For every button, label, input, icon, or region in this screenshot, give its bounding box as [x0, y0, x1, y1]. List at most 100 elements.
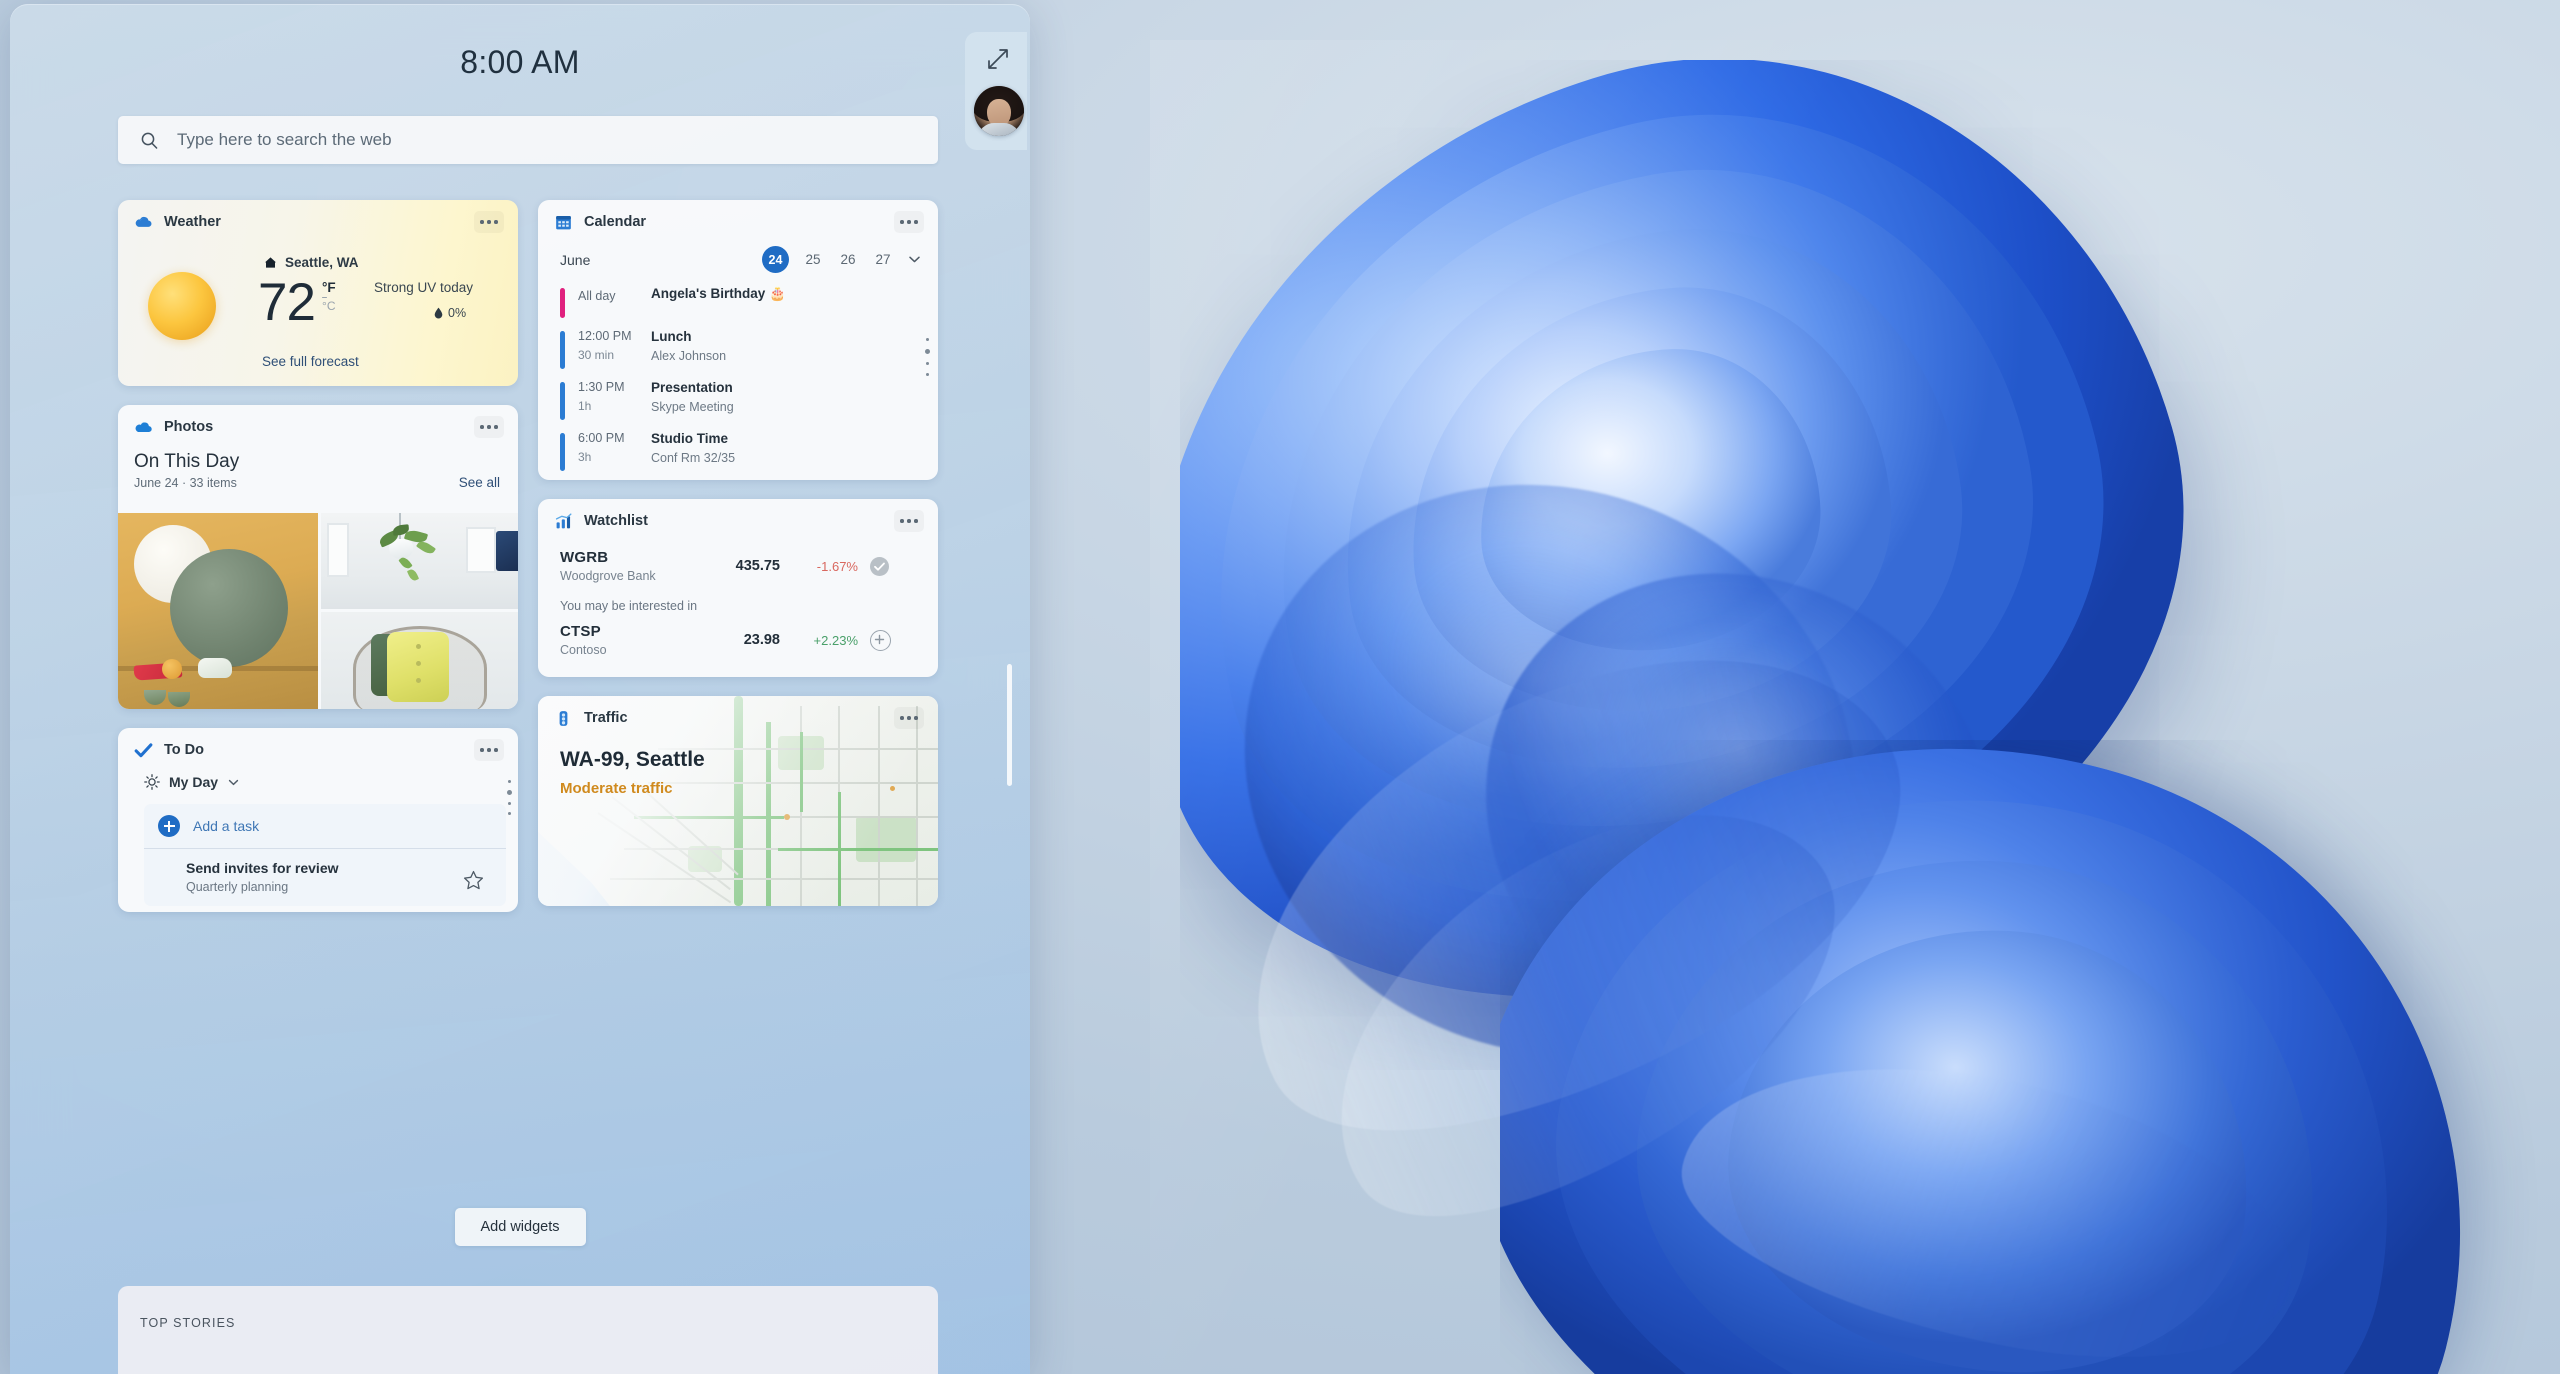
clock: 8:00 AM — [460, 44, 580, 80]
traffic-widget-header: Traffic — [538, 696, 938, 740]
stock-change: +2.23% — [813, 632, 858, 648]
add-task-label: Add a task — [193, 818, 260, 834]
unit-celsius[interactable]: °C — [322, 300, 336, 313]
widget-column-left: Weather Seattle, WA 72 °F °C Strong UV t… — [118, 200, 518, 931]
todo-list-name: My Day — [169, 774, 219, 790]
hanging-plant-room-photo[interactable] — [321, 513, 518, 609]
todo-task-list: Add a task Send invites for review Quart… — [144, 804, 506, 906]
onedrive-cloud-icon — [135, 421, 152, 432]
calendar-icon — [556, 215, 571, 229]
event-duration: 1h — [578, 399, 592, 413]
widget-column-right: Calendar June 24 25 26 27 All day Angela… — [538, 200, 938, 925]
calendar-scroll-indicator — [925, 338, 930, 376]
desktop-screen: 8:00 AM Type here to search the web Weat… — [0, 0, 2560, 1374]
chevron-down-icon[interactable] — [227, 776, 240, 789]
photos-more-button[interactable] — [474, 416, 504, 438]
todo-more-button[interactable] — [474, 739, 504, 761]
todo-list-selector[interactable]: My Day — [118, 772, 518, 790]
event-duration: 3h — [578, 450, 592, 464]
photos-widget-header: Photos — [118, 405, 518, 449]
event-time: 6:00 PM — [578, 431, 625, 445]
weather-more-button[interactable] — [474, 211, 504, 233]
top-stories-section[interactable]: TOP STORIES — [118, 1286, 938, 1374]
top-stories-label: TOP STORIES — [140, 1316, 236, 1330]
check-circle-icon[interactable] — [870, 556, 889, 576]
calendar-event-row[interactable]: 1:30 PM 1h Presentation Skype Meeting — [538, 380, 938, 420]
calendar-widget[interactable]: Calendar June 24 25 26 27 All day Angela… — [538, 200, 938, 480]
calendar-event-row[interactable]: All day Angela's Birthday 🎂 — [538, 286, 938, 318]
unit-fahrenheit[interactable]: °F — [322, 281, 336, 295]
weather-temperature: 72 °F °C — [258, 276, 336, 329]
event-time: All day — [578, 289, 616, 303]
chair-yellow-pillow-photo[interactable] — [321, 612, 518, 709]
weather-widget-header: Weather — [118, 200, 518, 244]
stock-symbol: WGRB — [560, 549, 609, 566]
temperature-unit-toggle[interactable]: °F °C — [321, 281, 336, 313]
avatar[interactable] — [974, 86, 1024, 136]
photos-widget[interactable]: Photos On This Day June 24 · 33 items Se… — [118, 405, 518, 709]
stock-name: Woodgrove Bank — [560, 569, 656, 583]
calendar-widget-header: Calendar — [538, 200, 938, 244]
home-icon — [265, 257, 276, 268]
search-bar[interactable] — [118, 116, 938, 164]
todo-widget[interactable]: To Do My Day Add a task Send invites for… — [118, 728, 518, 912]
event-title: Presentation — [651, 380, 733, 395]
widgets-panel: 8:00 AM Type here to search the web Weat… — [10, 4, 1030, 1374]
weather-precip-value: 0% — [448, 306, 467, 320]
watchlist-widget[interactable]: Watchlist WGRB Woodgrove Bank 435.75 -1.… — [538, 499, 938, 677]
todo-widget-title: To Do — [164, 742, 204, 758]
calendar-event-row[interactable]: 6:00 PM 3h Studio Time Conf Rm 32/35 — [538, 431, 938, 471]
add-task-button[interactable]: Add a task — [144, 804, 506, 849]
traffic-widget-title: Traffic — [584, 710, 628, 726]
weather-location-text: Seattle, WA — [285, 255, 359, 270]
add-widgets-button[interactable]: Add widgets — [454, 1208, 586, 1246]
calendar-date-strip: June 24 25 26 27 — [538, 244, 938, 273]
todo-widget-header: To Do — [118, 728, 518, 772]
checkmark-icon — [134, 742, 153, 757]
todo-task-title: Send invites for review — [186, 860, 339, 876]
plus-circle-outline-icon[interactable] — [870, 629, 891, 651]
calendar-widget-title: Calendar — [584, 214, 647, 230]
panel-scrollbar[interactable] — [1007, 664, 1012, 786]
traffic-widget[interactable]: Traffic WA-99, Seattle Moderate traffic — [538, 696, 938, 906]
weather-widget-title: Weather — [164, 214, 221, 230]
still-life-circles-photo[interactable] — [118, 513, 318, 709]
traffic-more-button[interactable] — [894, 707, 924, 729]
watchlist-suggestion-label: You may be interested in — [560, 599, 698, 613]
calendar-day-26[interactable]: 26 — [837, 252, 859, 267]
event-subtitle: Alex Johnson — [651, 349, 727, 363]
add-widgets-area: Add widgets — [10, 1208, 1030, 1246]
calendar-day-25[interactable]: 25 — [802, 252, 824, 267]
expand-diagonal-icon[interactable] — [983, 44, 1013, 74]
event-subtitle: Skype Meeting — [651, 400, 734, 414]
weather-widget-body: Seattle, WA 72 °F °C Strong UV today 0% … — [118, 244, 518, 386]
todo-scroll-indicator — [507, 780, 512, 815]
weather-widget[interactable]: Weather Seattle, WA 72 °F °C Strong UV t… — [118, 200, 518, 386]
photos-see-all-link[interactable]: See all — [459, 475, 500, 490]
search-icon — [141, 132, 158, 149]
cloud-icon — [135, 216, 152, 227]
event-title: Lunch — [651, 329, 692, 344]
weather-location: Seattle, WA — [264, 255, 359, 270]
event-title: Studio Time — [651, 431, 729, 446]
photos-heading-block: On This Day June 24 · 33 items See all — [118, 449, 518, 505]
see-full-forecast-link[interactable]: See full forecast — [262, 354, 359, 369]
watchlist-widget-title: Watchlist — [584, 513, 648, 529]
watchlist-holding-row[interactable]: WGRB Woodgrove Bank 435.75 -1.67% — [538, 543, 938, 583]
plus-circle-icon — [158, 815, 180, 837]
calendar-event-row[interactable]: 12:00 PM 30 min Lunch Alex Johnson — [538, 329, 938, 369]
calendar-more-button[interactable] — [894, 211, 924, 233]
calendar-day-27[interactable]: 27 — [872, 252, 894, 267]
stock-name: Contoso — [560, 643, 607, 657]
calendar-event-list: All day Angela's Birthday 🎂 12:00 PM 30 … — [538, 286, 938, 471]
watchlist-more-button[interactable] — [894, 510, 924, 532]
search-input[interactable] — [175, 129, 819, 151]
calendar-day-24[interactable]: 24 — [762, 246, 789, 273]
todo-task-row[interactable]: Send invites for review Quarterly planni… — [144, 849, 506, 906]
chevron-down-icon[interactable] — [907, 252, 922, 267]
watchlist-suggestion-row[interactable]: CTSP Contoso 23.98 +2.23% — [538, 617, 938, 657]
event-time: 12:00 PM — [578, 329, 632, 343]
star-outline-icon[interactable] — [463, 870, 484, 891]
traffic-status: Moderate traffic — [560, 780, 673, 797]
weather-uv-note: Strong UV today — [374, 280, 474, 295]
